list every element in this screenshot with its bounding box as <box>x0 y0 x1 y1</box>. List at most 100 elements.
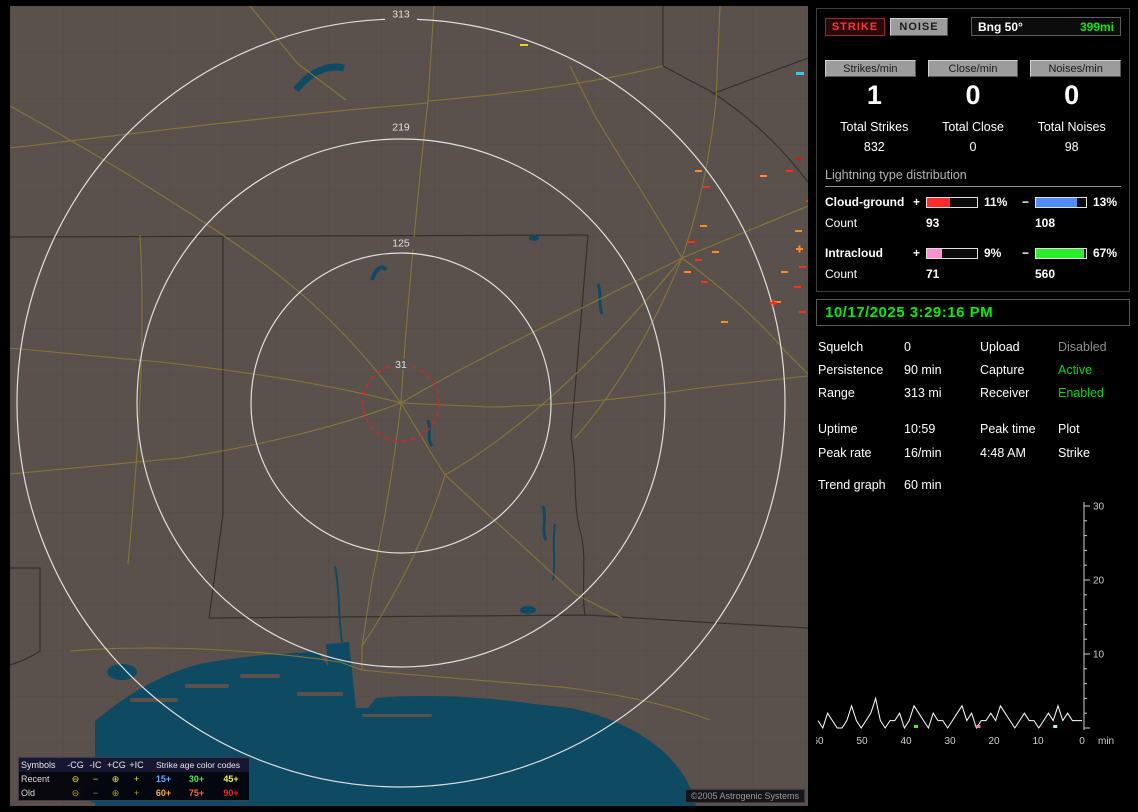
cg-plus-pct: 11% <box>982 195 1022 209</box>
age-30: 30+ <box>180 772 213 786</box>
neg-cg-icon: ⊖ <box>65 772 86 786</box>
range-label: Range <box>818 386 904 400</box>
intracloud-counts: Count 71 560 <box>825 267 1121 281</box>
legend-old-label: Old <box>19 786 65 800</box>
trend-graph-period: 60 min <box>904 478 1128 492</box>
map-canvas: 313 219 125 31 <box>10 6 808 806</box>
map-legend: Symbols -CG -IC +CG +IC Strike age color… <box>18 757 250 801</box>
copyright-label: ©2005 Astrogenic Systems <box>685 789 805 803</box>
distribution-title: Lightning type distribution <box>825 168 1121 187</box>
minus-sign: − <box>1022 195 1035 209</box>
strike-map[interactable]: 313 219 125 31 Symbols -CG -IC +CG +IC S… <box>10 6 808 806</box>
cg-plus-gauge <box>926 197 978 208</box>
cloud-ground-label: Cloud-ground <box>825 195 913 209</box>
total-close-label: Total Close <box>924 120 1023 134</box>
display-toggles: STRIKE NOISE Bng 50° 399mi <box>825 17 1121 36</box>
svg-text:30: 30 <box>1093 502 1105 513</box>
intracloud-row: Intracloud + 9% − 67% <box>825 246 1121 260</box>
ic-plus-gauge <box>926 248 978 259</box>
peak-time-value: 4:48 AM <box>980 446 1058 460</box>
rate-values: 1 0 0 <box>825 80 1121 111</box>
status-grid: Squelch 0 Upload Disabled Persistence 90… <box>816 340 1130 400</box>
svg-text:20: 20 <box>988 736 1000 747</box>
strike-toggle-button[interactable]: STRIKE <box>825 18 885 36</box>
bearing-range-display: Bng 50° 399mi <box>971 17 1121 36</box>
pos-ic-icon: + <box>126 772 147 786</box>
ic-minus-count: 560 <box>1035 267 1091 281</box>
svg-text:40: 40 <box>900 736 912 747</box>
trend-graph: 3020106050403020100min <box>816 500 1126 752</box>
legend-recent-label: Recent <box>19 772 65 786</box>
cg-plus-count: 93 <box>926 216 982 230</box>
persistence-value: 90 min <box>904 363 980 377</box>
totals: Total Strikes Total Close Total Noises 8… <box>825 120 1121 154</box>
age-60: 60+ <box>147 786 180 800</box>
svg-text:20: 20 <box>1093 576 1105 587</box>
capture-status: Active <box>1058 363 1128 377</box>
datetime-value: 10/17/2025 3:29:16 PM <box>825 304 993 321</box>
pos-cg-icon: ⊕ <box>105 772 126 786</box>
ic-plus-count: 71 <box>926 267 982 281</box>
trend-graph-header: Trend graph 60 min <box>816 478 1130 492</box>
ring-label-219: 219 <box>392 122 410 134</box>
cg-minus-count: 108 <box>1035 216 1091 230</box>
cg-minus-gauge <box>1035 197 1087 208</box>
receiver-status: Enabled <box>1058 386 1128 400</box>
age-15: 15+ <box>147 772 180 786</box>
ic-plus-pct: 9% <box>982 246 1022 260</box>
rate-buttons: Strikes/min Close/min Noises/min <box>825 60 1121 77</box>
uptime-value: 10:59 <box>904 422 980 436</box>
age-90: 90+ <box>213 786 249 800</box>
ic-minus-pct: 67% <box>1091 246 1121 260</box>
close-per-min-button[interactable]: Close/min <box>928 60 1019 77</box>
info-grid: Uptime 10:59 Peak time Plot Peak rate 16… <box>816 422 1130 460</box>
legend-symbols-header: Symbols <box>19 758 65 772</box>
upload-status: Disabled <box>1058 340 1128 354</box>
pos-cg-old-icon: ⊕ <box>105 786 126 800</box>
datetime-display: 10/17/2025 3:29:16 PM <box>816 299 1130 326</box>
nexstorm-app: { "colors": { "status_green": "#00dd00",… <box>0 0 1138 812</box>
plot-value: Strike <box>1058 446 1128 460</box>
peak-rate-value: 16/min <box>904 446 980 460</box>
upload-label: Upload <box>980 340 1058 354</box>
svg-text:30: 30 <box>944 736 956 747</box>
noise-toggle-button[interactable]: NOISE <box>890 18 948 36</box>
total-strikes-value: 832 <box>825 140 924 154</box>
strikes-per-min-button[interactable]: Strikes/min <box>825 60 916 77</box>
legend-col-pcg: +CG <box>105 758 126 772</box>
svg-text:10: 10 <box>1032 736 1044 747</box>
receiver-label: Receiver <box>980 386 1058 400</box>
legend-col-ncg: -CG <box>65 758 86 772</box>
bearing-value: Bng 50° <box>978 20 1023 34</box>
control-panel: STRIKE NOISE Bng 50° 399mi Strikes/min C… <box>816 8 1130 806</box>
strikes-per-min-value: 1 <box>825 80 924 111</box>
close-per-min-value: 0 <box>924 80 1023 111</box>
legend-col-nic: -IC <box>86 758 105 772</box>
age-75: 75+ <box>180 786 213 800</box>
trend-graph-label: Trend graph <box>818 478 904 492</box>
total-noises-value: 98 <box>1022 140 1121 154</box>
svg-text:min: min <box>1098 736 1114 747</box>
legend-col-pic: +IC <box>126 758 147 772</box>
range-value: 313 mi <box>904 386 980 400</box>
persistence-label: Persistence <box>818 363 904 377</box>
total-close-value: 0 <box>924 140 1023 154</box>
svg-text:50: 50 <box>856 736 868 747</box>
total-noises-label: Total Noises <box>1022 120 1121 134</box>
squelch-value: 0 <box>904 340 980 354</box>
uptime-label: Uptime <box>818 422 904 436</box>
noises-per-min-button[interactable]: Noises/min <box>1030 60 1121 77</box>
ring-label-31: 31 <box>395 359 407 371</box>
intracloud-label: Intracloud <box>825 246 913 260</box>
peak-rate-label: Peak rate <box>818 446 904 460</box>
ic-minus-gauge <box>1035 248 1087 259</box>
capture-label: Capture <box>980 363 1058 377</box>
minus-sign: − <box>1022 246 1035 260</box>
total-strikes-label: Total Strikes <box>825 120 924 134</box>
pos-ic-old-icon: + <box>126 786 147 800</box>
count-label: Count <box>825 216 913 230</box>
neg-ic-old-icon: − <box>86 786 105 800</box>
svg-text:10: 10 <box>1093 650 1105 661</box>
cloud-ground-row: Cloud-ground + 11% − 13% <box>825 195 1121 209</box>
age-45: 45+ <box>213 772 249 786</box>
